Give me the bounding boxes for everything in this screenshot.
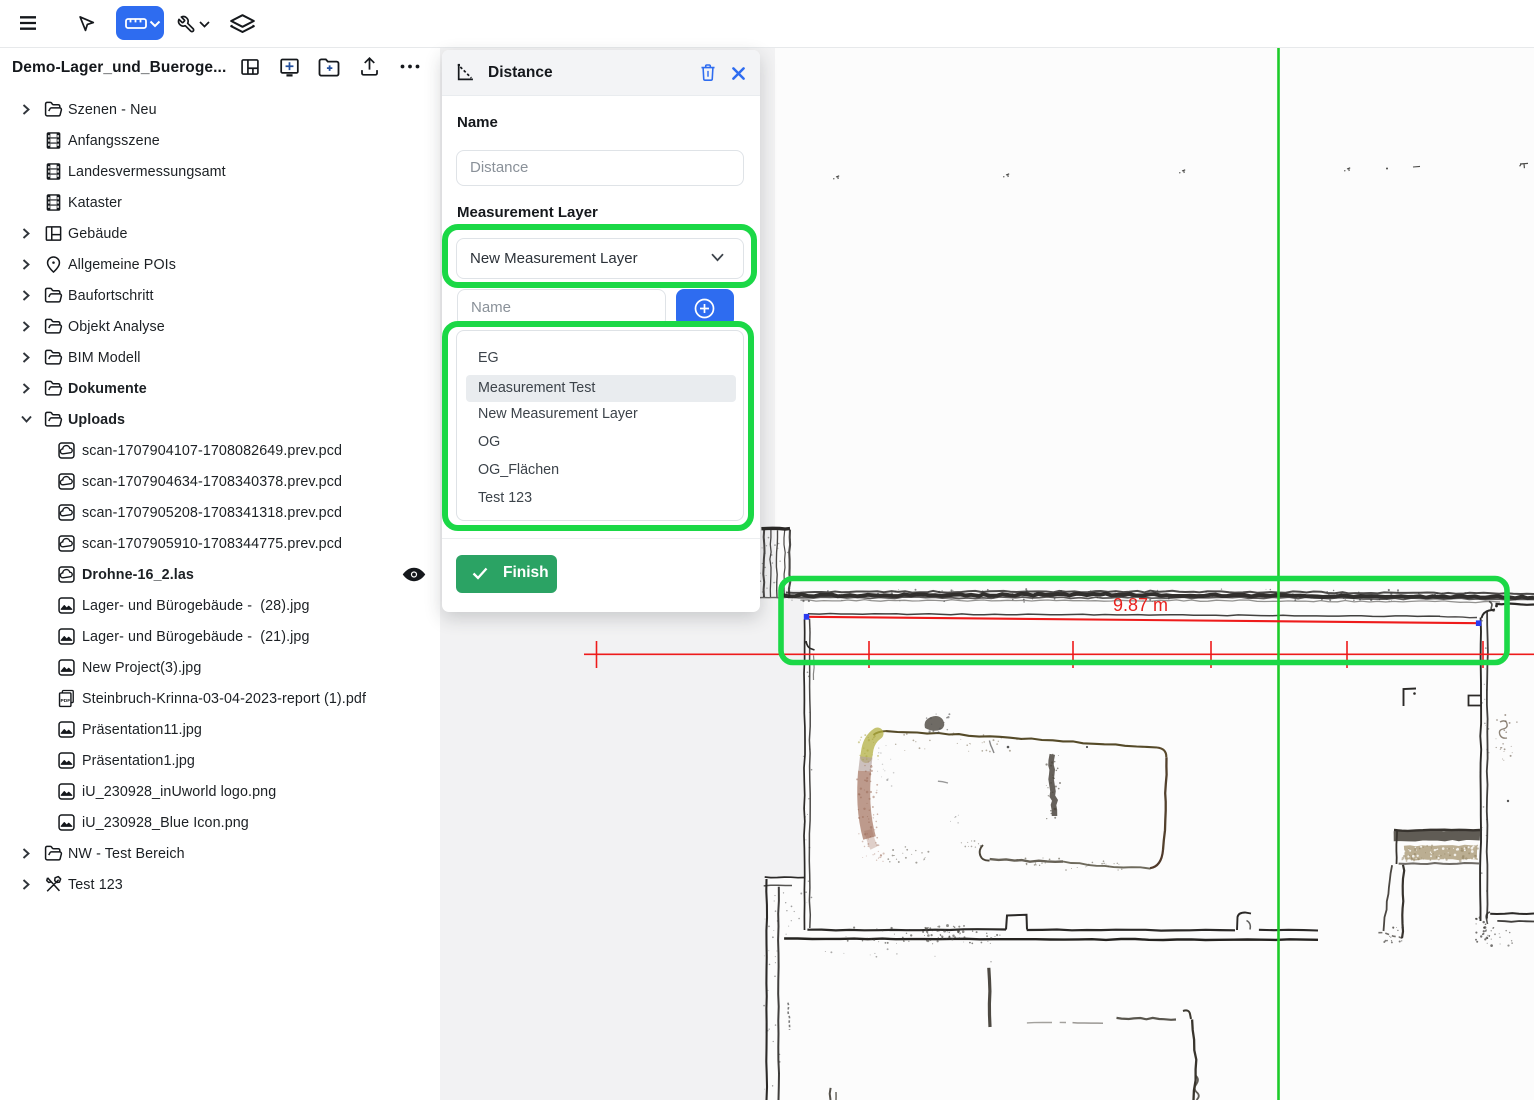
svg-text:PDF: PDF: [60, 698, 70, 704]
svg-text:9.87 m: 9.87 m: [1113, 595, 1168, 615]
